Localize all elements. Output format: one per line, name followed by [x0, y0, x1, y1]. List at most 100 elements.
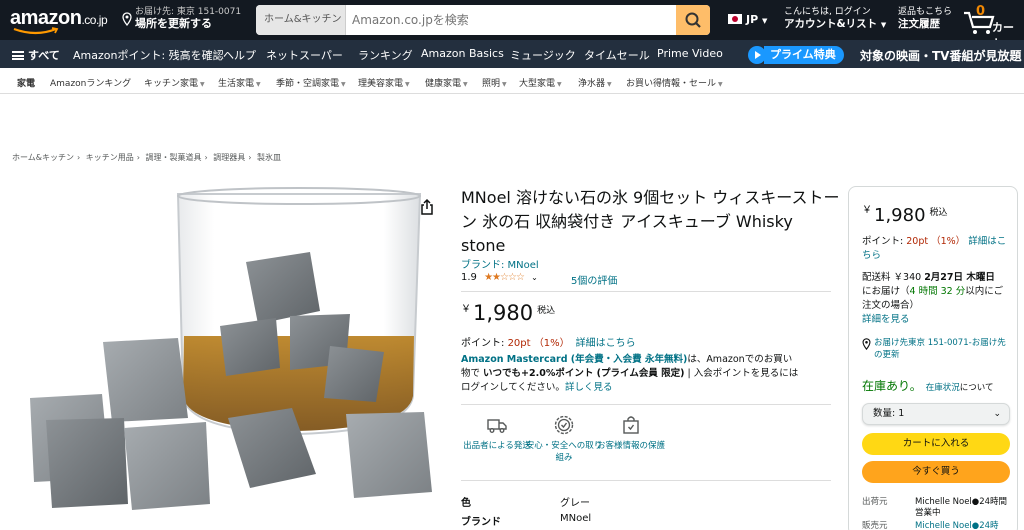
- breadcrumb-item[interactable]: ホーム&キッチン: [12, 153, 74, 162]
- nav-item-music[interactable]: ミュージック: [510, 47, 576, 63]
- share-icon[interactable]: [419, 198, 435, 216]
- category-item-deals[interactable]: お買い得情報・セール ▼: [626, 76, 723, 89]
- language-selector[interactable]: JP ▼: [728, 13, 767, 26]
- chevron-down-icon: ▼: [341, 81, 346, 88]
- stock-status-link[interactable]: 在庫状況: [926, 383, 960, 393]
- buybox-points: ポイント: 20pt （1%） 詳細はこちら: [862, 236, 1007, 261]
- card-promotion: Amazon Mastercard (年会費・入会費 永年無料)は、Amazon…: [461, 354, 799, 393]
- category-item-living[interactable]: 生活家電 ▼: [218, 76, 261, 89]
- divider: [461, 291, 831, 292]
- delivery-location-link[interactable]: お届け先東京 151-0071‐お届け先の更新: [862, 337, 1012, 361]
- top-navigation-bar: amazon.co.jp お届け先: 東京 151-0071 場所を更新する ホ…: [0, 0, 1024, 50]
- spec-key: 色: [461, 498, 471, 509]
- product-title: MNoel 溶けない石の氷 9個セット ウィスキーストーン 氷の石 収納袋付き …: [461, 188, 840, 255]
- divider: [461, 404, 831, 405]
- category-navigation: 家電 Amazonランキング キッチン家電 ▼ 生活家電 ▼ 季節・空調家電 ▼ 理美…: [0, 68, 1024, 94]
- category-item-lighting[interactable]: 照明 ▼: [482, 76, 507, 89]
- chevron-down-icon: ⌄: [531, 273, 538, 282]
- chevron-down-icon: ▼: [557, 81, 562, 88]
- chevron-down-icon: ▼: [463, 81, 468, 88]
- category-item-beauty[interactable]: 理美容家電 ▼: [358, 76, 410, 89]
- prime-promo-text: 対象の映画・TV番組が見放題: [860, 49, 1022, 63]
- nav-item-net-super[interactable]: ネットスーパー: [266, 47, 343, 63]
- category-item-ranking[interactable]: Amazonランキング: [50, 76, 131, 89]
- truck-icon: [487, 419, 507, 433]
- chevron-down-icon: ▼: [607, 81, 612, 88]
- play-icon: [748, 46, 766, 64]
- points-details-link[interactable]: 詳細はこちら: [576, 338, 636, 349]
- breadcrumb: ホーム&キッチン › キッチン用品 › 調理・製菓道具 › 調理器具 › 製氷皿: [12, 153, 281, 162]
- search-category-select[interactable]: ホーム&キッチン▼: [256, 5, 346, 35]
- product-price: ￥1,980 税込: [461, 301, 556, 325]
- category-item-health[interactable]: 健康家電 ▼: [425, 76, 468, 89]
- nav-item-prime-video[interactable]: Prime Video: [657, 47, 723, 60]
- learn-more-link[interactable]: 詳しく見る: [565, 382, 613, 393]
- account-menu[interactable]: こんにちは, ログイン アカウント&リスト ▼: [784, 6, 886, 31]
- category-item-large[interactable]: 大型家電 ▼: [519, 76, 562, 89]
- category-item-kitchen[interactable]: キッチン家電 ▼: [144, 76, 205, 89]
- countdown-timer: 4 時間 32 分: [909, 286, 966, 297]
- returns-label: 返品もこちら: [898, 7, 953, 17]
- delivery-details-link[interactable]: 詳細を見る: [862, 314, 910, 325]
- location-pin-icon: [122, 12, 132, 26]
- prime-promo-banner[interactable]: プライム特典 対象の映画・TV番組が見放題: [748, 45, 1024, 65]
- search-icon: [685, 12, 701, 28]
- lock-bag-icon: [623, 416, 639, 434]
- shipping-fee: 配送料 ￥340: [862, 272, 922, 283]
- chevron-down-icon: ⌄: [993, 409, 1001, 419]
- chevron-down-icon: ▼: [256, 81, 261, 88]
- breadcrumb-item[interactable]: 調理・製菓道具: [146, 153, 202, 162]
- seller-value: Michelle Noel●24時間営業中: [915, 497, 1008, 518]
- rating-count-link[interactable]: 5個の評価: [571, 272, 617, 287]
- nav-item-help[interactable]: ヘルプ: [223, 47, 256, 63]
- points-info: ポイント: 20pt （1%） 詳細はこちら: [461, 338, 636, 349]
- quantity-select[interactable]: 数量: 1 ⌄: [862, 403, 1010, 425]
- nav-item-ranking[interactable]: ランキング: [358, 47, 413, 63]
- chevron-down-icon: ▼: [502, 81, 507, 88]
- chevron-down-icon: ▼: [880, 21, 887, 29]
- seller-key: 出荷元: [862, 497, 888, 507]
- account-lists-label: アカウント&リスト: [784, 18, 878, 30]
- spec-value: MNoel: [560, 513, 592, 524]
- spec-key: ブランド: [461, 517, 501, 528]
- delivery-info: 配送料 ￥340 2月27日 木曜日 にお届け（4 時間 32 分以内にご注文の…: [862, 272, 1004, 325]
- seller-link[interactable]: Michelle Noel●24時: [915, 521, 1015, 530]
- divider: [461, 480, 831, 481]
- update-location-text: 場所を更新する: [135, 17, 212, 30]
- delivery-location[interactable]: お届け先: 東京 151-0071 場所を更新する: [135, 6, 241, 30]
- product-image[interactable]: [28, 186, 438, 530]
- orders-link[interactable]: 返品もこちら 注文履歴: [898, 6, 952, 30]
- cart-count: 0: [976, 4, 986, 19]
- buy-now-button[interactable]: 今すぐ買う: [862, 461, 1010, 483]
- buy-box: ￥ 1,980 税込 ポイント: 20pt （1%） 詳細はこちら 配送料 ￥340…: [848, 186, 1018, 530]
- breadcrumb-item[interactable]: 調理器具: [213, 153, 245, 162]
- feature-privacy[interactable]: お客様情報の保護: [591, 414, 671, 452]
- breadcrumb-item[interactable]: 製氷皿: [257, 153, 281, 162]
- category-item-seasonal[interactable]: 季節・空調家電 ▼: [276, 76, 346, 89]
- chevron-down-icon: ▼: [718, 81, 723, 88]
- breadcrumb-item[interactable]: キッチン用品: [86, 153, 134, 162]
- buybox-price: ￥ 1,980 税込: [862, 205, 948, 226]
- cart-button[interactable]: 0 カート: [962, 4, 1024, 50]
- amazon-smile-icon: [13, 27, 59, 35]
- location-pin-icon: [862, 338, 871, 350]
- japan-flag-icon: [728, 14, 742, 24]
- category-item-appliances[interactable]: 家電: [17, 76, 35, 89]
- chevron-down-icon: ▼: [405, 81, 410, 88]
- star-rating-icon: ★★☆☆☆: [484, 272, 525, 283]
- search-input[interactable]: [346, 5, 676, 35]
- all-menu-button[interactable]: すべて: [12, 47, 60, 63]
- add-to-cart-button[interactable]: カートに入れる: [862, 433, 1010, 455]
- mastercard-link[interactable]: Amazon Mastercard (年会費・入会費 永年無料): [461, 354, 687, 365]
- nav-item-amazon-basics[interactable]: Amazon Basics: [421, 47, 504, 60]
- nav-item-timesale[interactable]: タイムセール: [584, 47, 650, 63]
- search-bar: ホーム&キッチン▼: [256, 5, 710, 35]
- nav-item-points[interactable]: Amazonポイント: 残高を確認: [73, 47, 224, 63]
- brand-link[interactable]: ブランド: MNoel: [461, 256, 539, 271]
- search-button[interactable]: [676, 5, 710, 35]
- category-item-water[interactable]: 浄水器 ▼: [578, 76, 612, 89]
- chevron-down-icon: ▼: [762, 17, 768, 25]
- stock-status: 在庫あり。 在庫状況について: [862, 379, 994, 393]
- rating-summary[interactable]: 1.9 ★★☆☆☆ ⌄: [461, 272, 538, 283]
- prime-badge: プライム特典: [764, 46, 844, 64]
